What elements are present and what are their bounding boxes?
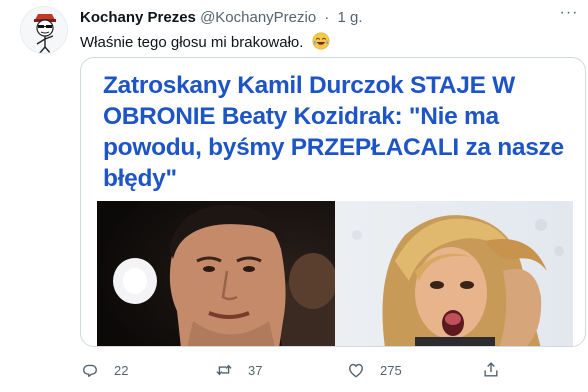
card-photo-woman: [335, 201, 573, 346]
card-headline[interactable]: Zatroskany Kamil Durczok STAJE W OBRONIE…: [103, 70, 573, 194]
reply-icon: [83, 364, 97, 377]
retweet-count: 37: [248, 362, 263, 378]
avatar-character-icon: [21, 7, 67, 53]
reply-count: 22: [114, 362, 129, 378]
card-photo-man: [97, 201, 351, 346]
avatar[interactable]: [20, 6, 68, 54]
separator-dot: ·: [324, 9, 330, 26]
retweet-button[interactable]: 37: [214, 358, 262, 382]
author-handle[interactable]: @KochanyPrezio: [200, 9, 316, 26]
author-name[interactable]: Kochany Prezes: [80, 9, 196, 26]
more-options-button[interactable]: ···: [558, 5, 580, 22]
reply-button[interactable]: 22: [80, 358, 128, 382]
link-card[interactable]: Zatroskany Kamil Durczok STAJE W OBRONIE…: [80, 57, 586, 347]
like-button[interactable]: 275: [346, 358, 402, 382]
tweet-text: Właśnie tego głosu mi brakowało.: [80, 32, 330, 54]
tweet-header: Kochany Prezes @KochanyPrezio · 1 g.: [80, 9, 580, 29]
tweet-actions: 22 37 275: [80, 358, 580, 382]
heart-icon: [349, 363, 363, 378]
like-count: 275: [380, 362, 402, 378]
face-with-tears-of-joy-icon: [312, 32, 330, 54]
timestamp[interactable]: 1 g.: [338, 9, 363, 26]
share-button[interactable]: [481, 358, 501, 382]
retweet-icon: [216, 364, 232, 376]
share-icon: [484, 362, 498, 377]
tweet[interactable]: Kochany Prezes @KochanyPrezio · 1 g. ···…: [0, 0, 588, 392]
tweet-text-content: Właśnie tego głosu mi brakowało.: [80, 34, 304, 51]
